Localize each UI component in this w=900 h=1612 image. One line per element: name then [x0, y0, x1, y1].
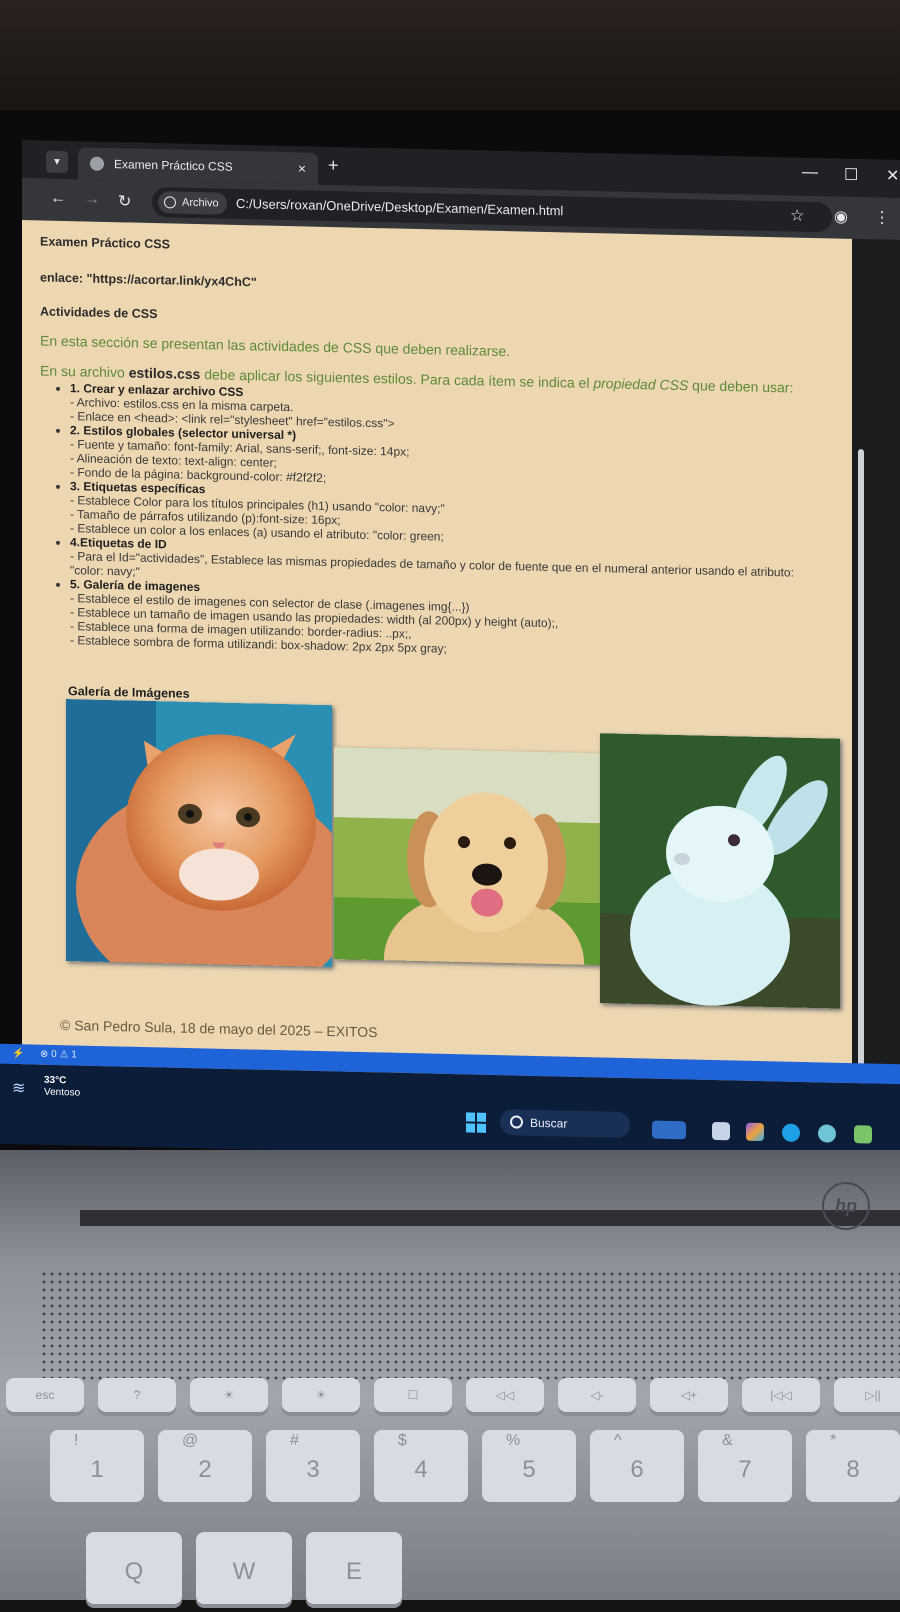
maximize-button[interactable]: ☐ [844, 165, 858, 185]
number-key-shift-symbol: & [722, 1432, 733, 1449]
number-key-shift-symbol: * [830, 1432, 837, 1449]
number-key-shift-symbol: @ [182, 1432, 199, 1449]
number-key-digit: 7 [738, 1456, 752, 1483]
exam-link[interactable]: enlace: "https://acortar.link/yx4ChC" [40, 270, 257, 289]
photos-app-icon[interactable] [854, 1125, 872, 1144]
number-key-shift-symbol: $ [398, 1432, 407, 1449]
number-key-digit: 2 [198, 1456, 212, 1483]
number-key-shift-symbol: ^ [614, 1432, 622, 1449]
windows-start-icon[interactable] [466, 1112, 486, 1133]
number-key[interactable]: & 7 [698, 1430, 792, 1502]
letter-key[interactable]: Q [86, 1532, 182, 1604]
function-key[interactable]: ☀ [282, 1378, 360, 1412]
speaker-grille [40, 1270, 900, 1380]
search-icon [510, 1115, 523, 1129]
tab-search-button[interactable]: ▾ [46, 150, 68, 174]
more-menu-icon[interactable]: ⋮ [874, 207, 890, 227]
gallery-image-dog [334, 747, 604, 966]
task-view-icon[interactable] [652, 1120, 686, 1140]
reload-button[interactable]: ↻ [118, 191, 131, 211]
problems-indicator[interactable]: ⊗ 0 ⚠ 1 [40, 1045, 77, 1066]
weather-temperature: 33°C [44, 1074, 67, 1087]
address-url[interactable]: C:/Users/roxan/OneDrive/Desktop/Examen/E… [236, 189, 563, 226]
remote-icon[interactable]: ⚡ [12, 1044, 24, 1064]
number-key-digit: 8 [846, 1456, 860, 1483]
new-tab-button[interactable]: + [328, 155, 339, 176]
section-description: En esta sección se presentan las activid… [40, 332, 511, 360]
function-key[interactable]: ▷|| [834, 1378, 900, 1412]
site-info-chip[interactable]: Archivo [158, 191, 227, 215]
tab-title: Examen Práctico CSS [114, 157, 233, 174]
number-key-digit: 5 [522, 1456, 536, 1483]
intro-emphasis: propiedad CSS [593, 375, 689, 394]
back-button[interactable]: ← [50, 190, 66, 208]
number-key-digit: 6 [630, 1456, 644, 1483]
number-key[interactable]: #3 [266, 1430, 360, 1502]
function-key[interactable]: |◁◁ [742, 1378, 820, 1412]
number-key-digit: 1 [90, 1456, 104, 1483]
section-heading: Actividades de CSS [40, 304, 158, 322]
number-key[interactable]: @2 [158, 1430, 252, 1502]
globe-icon [90, 156, 104, 171]
number-key-digit: 3 [306, 1456, 320, 1483]
vertical-scrollbar[interactable]: ▼ [852, 238, 900, 1120]
bookmark-star-icon[interactable]: ☆ [790, 205, 804, 225]
number-key[interactable]: $4 [374, 1430, 468, 1502]
paint-app-icon[interactable] [818, 1124, 836, 1143]
number-key[interactable]: ^ 6 [590, 1430, 684, 1502]
function-key[interactable]: ☐ [374, 1378, 452, 1412]
file-explorer-icon[interactable] [712, 1121, 730, 1141]
number-key-shift-symbol: # [290, 1432, 299, 1449]
number-key-shift-symbol: % [506, 1432, 521, 1449]
tab-close-button[interactable]: × [298, 152, 306, 184]
intro-after: que deben usar: [688, 377, 794, 396]
laptop-hinge [80, 1210, 900, 1226]
function-key[interactable]: esc [6, 1378, 84, 1412]
page-title: Examen Práctico CSS [40, 234, 170, 252]
number-key-shift-symbol: ! [74, 1432, 79, 1449]
intro-filename: estilos.css [128, 364, 201, 383]
browser-window: ▾ Examen Práctico CSS × + — ☐ ✕ ← → ↻ Ar… [22, 140, 900, 1130]
activities-list: 1. Crear y enlazar archivo CSS- Archivo:… [58, 381, 830, 665]
number-key-digit: 4 [414, 1456, 428, 1483]
number-key[interactable]: * 8 [806, 1430, 900, 1502]
function-key[interactable]: ? [98, 1378, 176, 1412]
taskbar-search-label: Buscar [530, 1115, 568, 1131]
site-info-label: Archivo [182, 196, 219, 210]
intro-before: En su archivo [40, 362, 129, 381]
wind-weather-icon: ≋ [12, 1080, 26, 1098]
function-key[interactable]: ☀ [190, 1378, 268, 1412]
weather-widget[interactable]: 33°C Ventoso [44, 1075, 80, 1100]
scrollbar-thumb[interactable] [858, 449, 864, 1090]
function-key[interactable]: ◁- [558, 1378, 636, 1412]
gallery-image-rabbit [600, 733, 840, 1009]
edge-browser-icon[interactable] [782, 1123, 800, 1142]
letter-key[interactable]: E [306, 1532, 402, 1604]
page-content: Examen Práctico CSS enlace: "https://aco… [22, 220, 852, 1119]
letter-key[interactable]: W [196, 1532, 292, 1604]
page-footer: © San Pedro Sula, 18 de mayo del 2025 – … [60, 1016, 378, 1041]
copilot-icon[interactable] [746, 1122, 764, 1142]
forward-button[interactable]: → [84, 190, 100, 208]
number-key[interactable]: ! 1 [50, 1430, 144, 1502]
gallery-title: Galería de Imágenes [68, 683, 190, 701]
hp-logo: hp [822, 1182, 870, 1230]
laptop-keyboard-deck: hp esc? ☀ ☀ ☐ ◁◁ ◁- ◁+ |◁◁ ▷|| ! 1 @2 #3 $4% 5 ^ 6 & 7 * 8 … [0, 1150, 900, 1604]
minimize-button[interactable]: — [802, 164, 818, 182]
profile-icon[interactable]: ◉ [834, 206, 848, 226]
close-window-button[interactable]: ✕ [886, 166, 899, 186]
gallery-image-cat [66, 699, 332, 968]
info-icon [164, 196, 176, 209]
number-key[interactable]: % 5 [482, 1430, 576, 1502]
taskbar-search[interactable]: Buscar [500, 1109, 630, 1139]
function-key[interactable]: ◁+ [650, 1378, 728, 1412]
tab-examen[interactable]: Examen Práctico CSS × [78, 147, 318, 185]
weather-description: Ventoso [44, 1086, 81, 1099]
function-key[interactable]: ◁◁ [466, 1378, 544, 1412]
